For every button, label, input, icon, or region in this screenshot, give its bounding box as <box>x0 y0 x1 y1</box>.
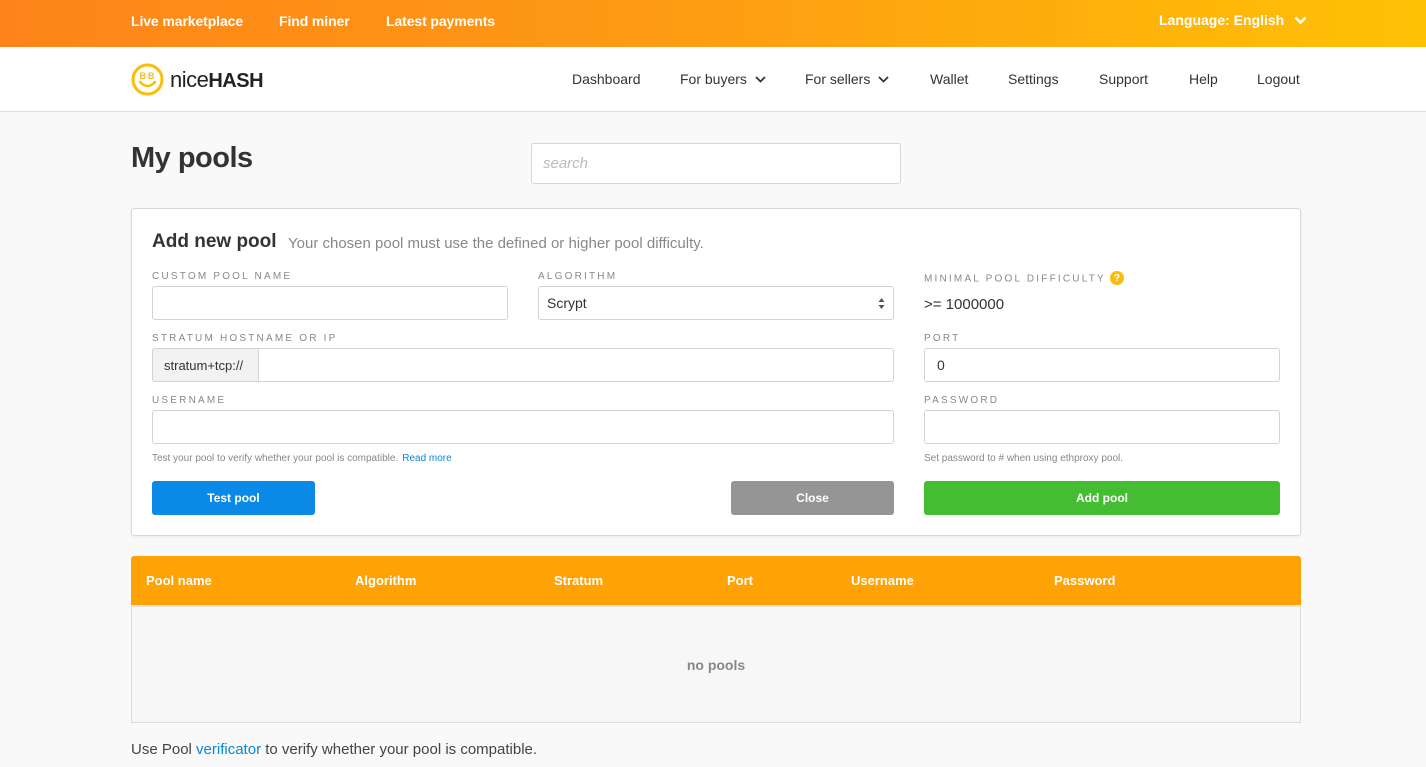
custom-pool-name-label: Custom pool name <box>152 271 293 282</box>
port-input[interactable] <box>924 348 1280 382</box>
chevron-down-icon <box>1294 16 1307 24</box>
stratum-hostname-input[interactable] <box>258 348 894 382</box>
nicehash-logo[interactable]: B B nice HASH <box>131 63 264 96</box>
page-title: My pools <box>131 142 253 174</box>
algorithm-label: Algorithm <box>538 271 618 282</box>
algorithm-select[interactable]: Scrypt <box>538 286 894 320</box>
search-input[interactable] <box>531 143 901 184</box>
stratum-label: Stratum hostname or IP <box>152 333 338 344</box>
column-port[interactable]: Port <box>727 573 753 588</box>
nav-settings[interactable]: Settings <box>1008 71 1059 87</box>
test-pool-button[interactable]: Test pool <box>152 481 315 515</box>
column-username[interactable]: Username <box>851 573 914 588</box>
help-question-icon[interactable]: ? <box>1109 271 1124 285</box>
nav-for-buyers[interactable]: For buyers <box>680 71 766 87</box>
add-pool-button[interactable]: Add pool <box>924 481 1280 515</box>
column-algorithm[interactable]: Algorithm <box>355 573 416 588</box>
minimal-difficulty-label: Minimal pool difficulty? <box>924 271 1124 286</box>
column-password[interactable]: Password <box>1054 573 1115 588</box>
test-pool-hint: Test your pool to verify whether your po… <box>152 453 452 464</box>
close-button[interactable]: Close <box>731 481 894 515</box>
add-pool-card: Add new pool Your chosen pool must use t… <box>131 208 1301 536</box>
column-pool-name[interactable]: Pool name <box>146 573 212 588</box>
minimal-difficulty-value: >= 1000000 <box>924 296 1005 313</box>
smiley-logo-icon: B B <box>131 63 164 96</box>
nav-help[interactable]: Help <box>1189 71 1218 87</box>
read-more-link[interactable]: Read more <box>402 453 451 464</box>
latest-payments-link[interactable]: Latest payments <box>386 13 495 29</box>
language-label: Language: English <box>1159 12 1285 28</box>
add-pool-title: Add new pool <box>152 231 277 252</box>
top-bar: Live marketplace Find miner Latest payme… <box>0 0 1426 47</box>
verificator-note: Use Pool verificator to verify whether y… <box>131 741 538 758</box>
logo-wordmark: nice HASH <box>170 66 264 92</box>
empty-state-text: no pools <box>686 656 746 673</box>
algorithm-selected-value: Scrypt <box>547 295 587 311</box>
nav-logout[interactable]: Logout <box>1257 71 1300 87</box>
language-selector[interactable]: Language: English <box>1159 12 1307 28</box>
verificator-link[interactable]: verificator <box>196 741 261 758</box>
password-input[interactable] <box>924 410 1280 444</box>
username-label: Username <box>152 395 227 406</box>
custom-pool-name-input[interactable] <box>152 286 508 320</box>
find-miner-link[interactable]: Find miner <box>279 13 350 29</box>
password-hint: Set password to # when using ethproxy po… <box>924 453 1124 464</box>
pools-table-header: Pool name Algorithm Stratum Port Usernam… <box>131 556 1301 605</box>
password-label: Password <box>924 395 1000 406</box>
main-navbar: B B nice HASH Dashboard For buyers For se… <box>0 47 1426 112</box>
nav-for-sellers[interactable]: For sellers <box>805 71 889 87</box>
nav-dashboard[interactable]: Dashboard <box>572 71 641 87</box>
add-pool-subtitle: Your chosen pool must use the defined or… <box>288 235 704 252</box>
chevron-down-icon <box>755 75 766 83</box>
select-arrows-icon <box>878 297 885 309</box>
live-marketplace-link[interactable]: Live marketplace <box>131 13 243 29</box>
svg-text:B: B <box>148 71 155 81</box>
stratum-prefix: stratum+tcp:// <box>152 348 259 382</box>
chevron-down-icon <box>878 75 889 83</box>
port-label: Port <box>924 333 961 344</box>
username-input[interactable] <box>152 410 894 444</box>
pools-table-body: no pools <box>131 607 1301 723</box>
nav-wallet[interactable]: Wallet <box>930 71 968 87</box>
svg-text:B: B <box>140 71 147 81</box>
column-stratum[interactable]: Stratum <box>554 573 603 588</box>
nav-support[interactable]: Support <box>1099 71 1148 87</box>
